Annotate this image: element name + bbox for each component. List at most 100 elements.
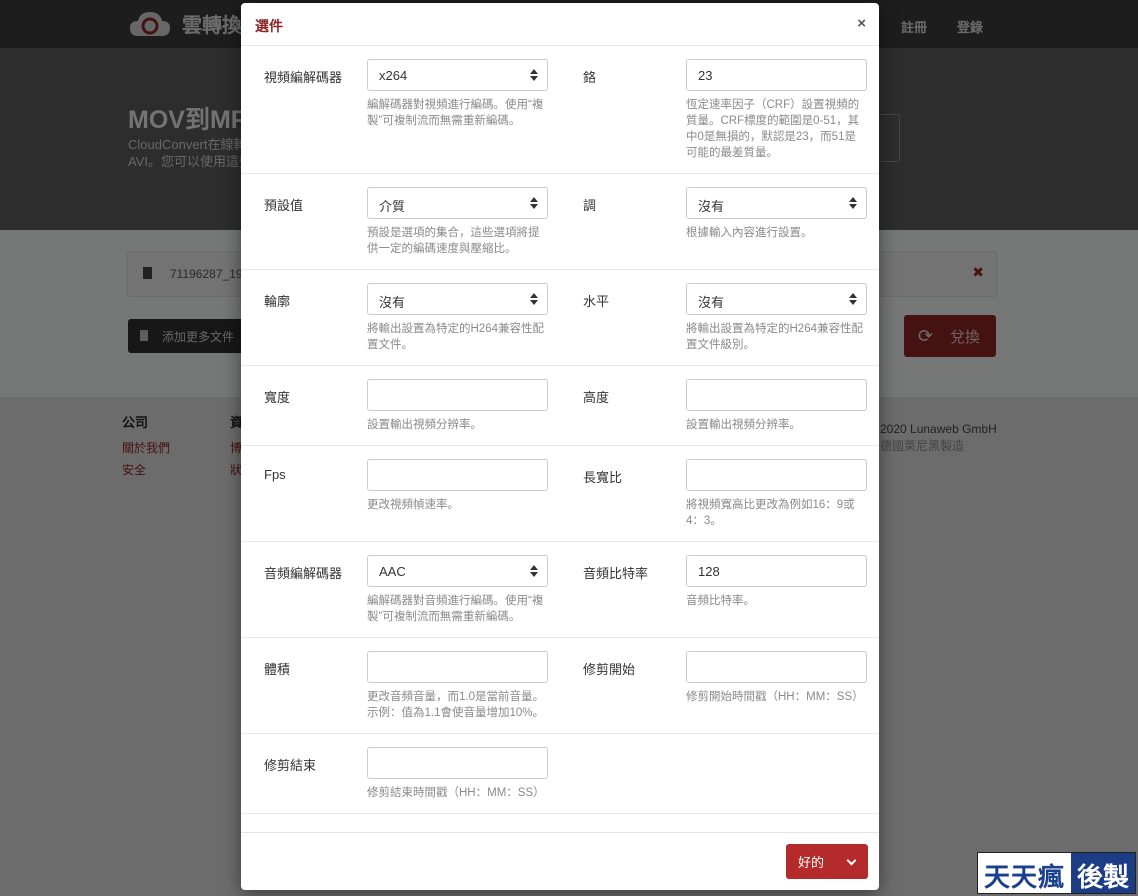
option-select[interactable]: 沒有 [367, 283, 548, 315]
option-select[interactable]: 沒有 [686, 283, 867, 315]
select-arrows-icon [849, 293, 857, 305]
option-input[interactable] [686, 651, 867, 683]
option-help-text: 修剪結束時間戳（HH：MM：SS） [367, 787, 545, 799]
option-help-text: 將視頻寬高比更改為例如16：9或4：3。 [686, 499, 855, 527]
option-field: 沒有將輸出設置為特定的H264兼容性配置文件級別。 [686, 283, 867, 353]
option-label: 體積 [264, 662, 291, 677]
option-field: 更改音頻音量，而1.0是當前音量。示例：值為1.1會使音量增加10%。 [367, 651, 548, 721]
option-help-text: 設置輸出視頻分辨率。 [367, 419, 482, 431]
select-arrows-icon [530, 197, 538, 209]
option-select[interactable]: 沒有 [686, 187, 867, 219]
option-field: 修剪開始時間戳（HH：MM：SS） [686, 651, 867, 721]
option-help-text: 將輸出設置為特定的H264兼容性配置文件。 [367, 323, 544, 351]
option-label: Fps [264, 467, 286, 482]
option-help-text: 設置輸出視頻分辨率。 [686, 419, 801, 431]
option-label: 音頻編解碼器 [264, 566, 343, 581]
option-input[interactable] [367, 379, 548, 411]
option-row: 音頻編解碼器 AAC 編解碼器對音頻進行編碼。使用“複製”可複制流而無需重新編碼。音… [241, 542, 879, 638]
option-help-text: 根據輸入內容進行設置。 [686, 227, 813, 239]
option-value: 128 [698, 564, 720, 579]
select-arrows-icon [530, 565, 538, 577]
watermark-logo: 天天瘋 後製 [976, 852, 1136, 894]
option-select[interactable]: x264 [367, 59, 548, 91]
options-modal: 選件 × 視頻編解碼器 x264 編解碼器對視頻進行編碼。使用“複製”可複制流而無需… [241, 3, 879, 890]
option-value: 介質 [379, 199, 406, 214]
option-cell: 音頻比特率 128 音頻比特率。 [560, 542, 879, 637]
option-label: 修剪結束 [264, 758, 317, 773]
option-field: 將視頻寬高比更改為例如16：9或4：3。 [686, 459, 867, 529]
option-value: 23 [698, 68, 713, 83]
option-value: 沒有 [379, 295, 406, 310]
option-value: AAC [379, 564, 406, 579]
ok-button-label: 好的 [798, 855, 825, 870]
option-field: AAC 編解碼器對音頻進行編碼。使用“複製”可複制流而無需重新編碼。 [367, 555, 548, 625]
option-help-text: 更改音頻音量，而1.0是當前音量。示例：值為1.1會使音量增加10%。 [367, 691, 545, 719]
options-form: 視頻編解碼器 x264 編解碼器對視頻進行編碼。使用“複製”可複制流而無需重新編碼。… [241, 46, 879, 814]
option-field: 沒有將輸出設置為特定的H264兼容性配置文件。 [367, 283, 548, 353]
option-value: 沒有 [698, 199, 725, 214]
option-field: 設置輸出視頻分辨率。 [367, 379, 548, 433]
option-row: Fps 更改視頻幀速率。 長寬比將視頻寬高比更改為例如16：9或4：3。 [241, 446, 879, 542]
option-label: 寬度 [264, 390, 291, 405]
option-cell: 修剪結束修剪結束時間戳（HH：MM：SS） [241, 734, 560, 813]
option-input[interactable]: 128 [686, 555, 867, 587]
option-field: 修剪結束時間戳（HH：MM：SS） [367, 747, 548, 801]
option-field: 128 音頻比特率。 [686, 555, 867, 625]
option-row: 視頻編解碼器 x264 編解碼器對視頻進行編碼。使用“複製”可複制流而無需重新編碼。… [241, 46, 879, 174]
option-cell: 高度設置輸出視頻分辨率。 [560, 366, 879, 445]
option-field: 更改視頻幀速率。 [367, 459, 548, 529]
option-label: 修剪開始 [583, 662, 636, 677]
option-label: 鉻 [583, 70, 597, 85]
select-arrows-icon [530, 69, 538, 81]
option-input[interactable]: 23 [686, 59, 867, 91]
option-cell: 體積更改音頻音量，而1.0是當前音量。示例：值為1.1會使音量增加10%。 [241, 638, 560, 733]
option-help-text: 預設是選項的集合，這些選項將提供一定的編碼速度與壓縮比。 [367, 227, 540, 255]
select-arrows-icon [530, 293, 538, 305]
option-help-text: 更改視頻幀速率。 [367, 499, 459, 511]
select-arrows-icon [849, 197, 857, 209]
close-icon[interactable]: × [857, 15, 866, 32]
option-label: 音頻比特率 [583, 566, 649, 581]
watermark-text: 後製 [1070, 853, 1135, 893]
option-select[interactable]: AAC [367, 555, 548, 587]
option-help-text: 編解碼器對視頻進行編碼。使用“複製”可複制流而無需重新編碼。 [367, 99, 544, 127]
option-cell: 輪廓 沒有將輸出設置為特定的H264兼容性配置文件。 [241, 270, 560, 365]
option-input[interactable] [686, 379, 867, 411]
option-input[interactable] [686, 459, 867, 491]
option-cell: 長寬比將視頻寬高比更改為例如16：9或4：3。 [560, 446, 879, 541]
option-label: 預設值 [264, 198, 304, 213]
option-cell: 寬度設置輸出視頻分辨率。 [241, 366, 560, 445]
option-help-text: 編解碼器對音頻進行編碼。使用“複製”可複制流而無需重新編碼。 [367, 595, 544, 623]
option-cell: 修剪開始修剪開始時間戳（HH：MM：SS） [560, 638, 879, 733]
option-field: 設置輸出視頻分辨率。 [686, 379, 867, 433]
option-input[interactable] [367, 459, 548, 491]
option-help-text: 音頻比特率。 [686, 595, 755, 607]
option-field: 介質預設是選項的集合，這些選項將提供一定的編碼速度與壓縮比。 [367, 187, 548, 257]
option-help-text: 將輸出設置為特定的H264兼容性配置文件級別。 [686, 323, 863, 351]
option-row: 寬度 設置輸出視頻分辨率。 高度 設置輸出視頻分辨率。 [241, 366, 879, 446]
option-label: 長寬比 [583, 470, 623, 485]
option-row: 修剪結束修剪結束時間戳（HH：MM：SS） [241, 734, 879, 814]
chevron-down-icon[interactable] [838, 844, 868, 879]
option-cell: Fps 更改視頻幀速率。 [241, 446, 560, 541]
option-value: x264 [379, 68, 408, 83]
watermark-text: 天天瘋 [977, 853, 1071, 893]
option-label: 水平 [583, 294, 610, 309]
option-label: 視頻編解碼器 [264, 70, 343, 85]
option-cell [560, 734, 879, 813]
option-label: 高度 [583, 390, 610, 405]
option-label: 輪廓 [264, 294, 291, 309]
option-select[interactable]: 介質 [367, 187, 548, 219]
option-help-text: 修剪開始時間戳（HH：MM：SS） [686, 691, 864, 703]
option-label: 調 [583, 198, 597, 213]
modal-title: 選件 [255, 18, 283, 34]
option-row: 預設值 介質預設是選項的集合，這些選項將提供一定的編碼速度與壓縮比。 調 沒有根據輸入… [241, 174, 879, 270]
option-input[interactable] [367, 747, 548, 779]
option-field: x264 編解碼器對視頻進行編碼。使用“複製”可複制流而無需重新編碼。 [367, 59, 548, 161]
ok-button[interactable]: 好的 [786, 844, 868, 879]
option-input[interactable] [367, 651, 548, 683]
option-cell: 調 沒有根據輸入內容進行設置。 [560, 174, 879, 269]
option-row: 體積 更改音頻音量，而1.0是當前音量。示例：值為1.1會使音量增加10%。 修剪開… [241, 638, 879, 734]
option-row: 輪廓 沒有將輸出設置為特定的H264兼容性配置文件。 水平 沒有將輸出設置為特定的H2… [241, 270, 879, 366]
option-help-text: 恆定速率因子（CRF）設置視頻的質量。CRF標度的範圍是0-51，其中0是無損的… [686, 99, 860, 159]
